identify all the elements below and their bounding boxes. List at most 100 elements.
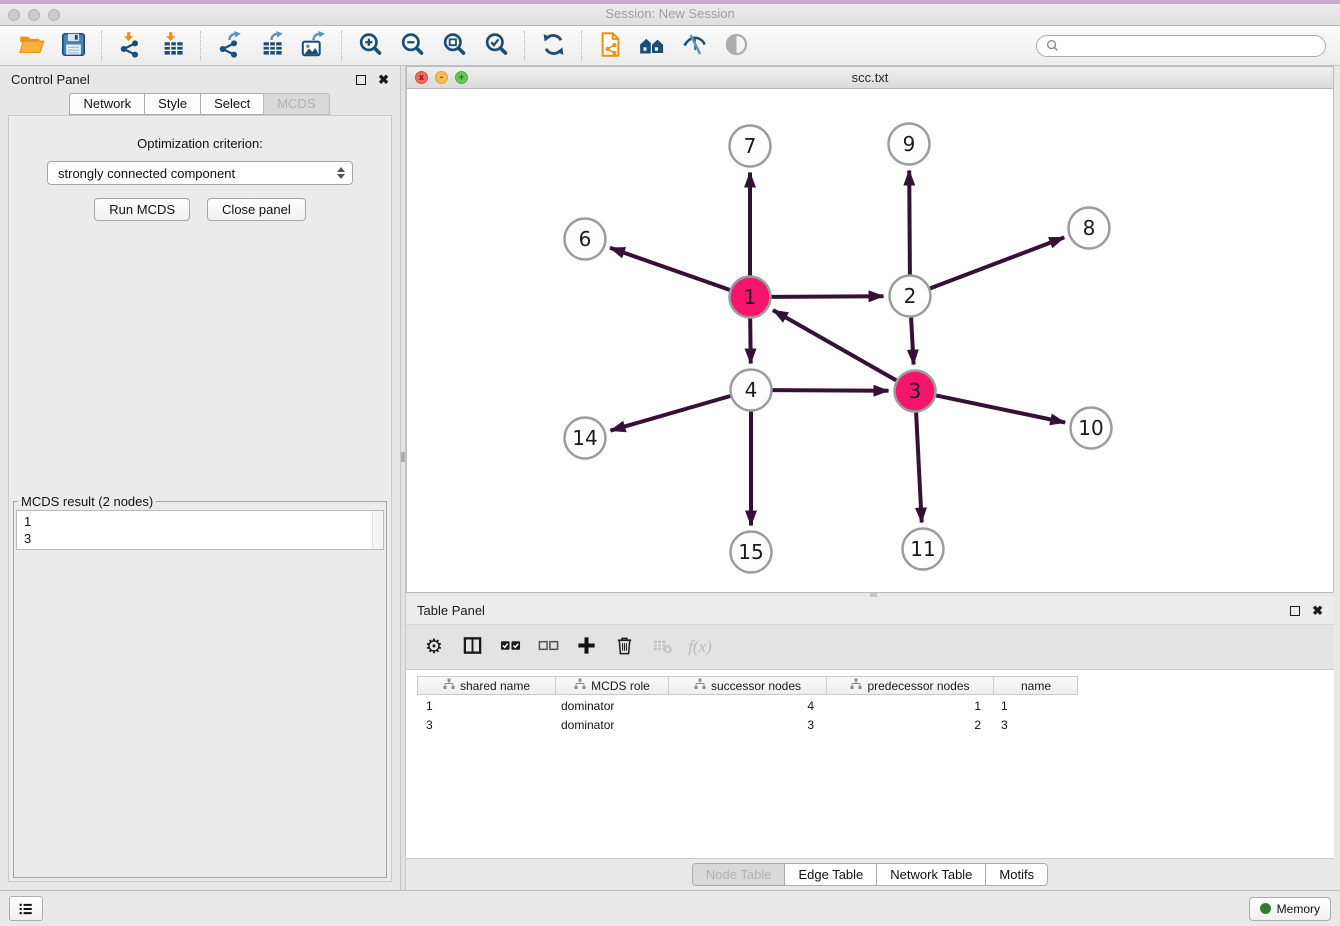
graph-edge-2-8[interactable] (930, 237, 1064, 288)
tab-mcds[interactable]: MCDS (263, 93, 329, 115)
result-scrollbar[interactable] (372, 511, 383, 549)
tab-network-table[interactable]: Network Table (876, 864, 985, 885)
graph-node-10[interactable]: 10 (1071, 408, 1112, 449)
network-minimize-button[interactable]: - (435, 71, 448, 84)
graph-node-3[interactable]: 3 (895, 371, 936, 412)
node-label: 7 (744, 134, 757, 158)
search-box[interactable] (1036, 35, 1326, 57)
graph-edge-1-2[interactable] (772, 296, 884, 297)
column-header-shared-name[interactable]: shared name (418, 677, 556, 694)
node-label: 8 (1083, 216, 1096, 240)
table-cell: 3 (993, 716, 1077, 733)
column-header-mcds-role[interactable]: MCDS role (556, 677, 669, 694)
delete-columns-icon (614, 635, 635, 659)
tab-style[interactable]: Style (144, 93, 201, 115)
run-mcds-button[interactable]: Run MCDS (94, 198, 190, 221)
optimization-criterion-select[interactable]: strongly connected component (47, 161, 353, 185)
export-table-icon (258, 31, 285, 61)
tab-network[interactable]: Network (69, 93, 145, 115)
mcds-result-text[interactable]: 13 (16, 510, 384, 550)
close-panel-icon[interactable]: ✖ (1312, 606, 1323, 616)
birdseye-view-button[interactable] (715, 29, 757, 63)
graph-edge-3-1[interactable] (773, 310, 896, 380)
search-input[interactable] (1064, 39, 1316, 53)
apply-layout-button[interactable] (532, 29, 574, 63)
graph-node-15[interactable]: 15 (731, 532, 772, 573)
splitter-grip[interactable] (870, 593, 877, 597)
close-panel-icon[interactable]: ✖ (378, 75, 389, 85)
hide-graphics-details-button[interactable] (673, 29, 715, 63)
delete-columns-button[interactable] (612, 635, 636, 659)
node-label: 15 (738, 540, 763, 564)
graph-edge-3-11[interactable] (916, 413, 922, 523)
tab-edge-table[interactable]: Edge Table (784, 864, 876, 885)
table-panel-header: Table Panel ✖ (406, 597, 1334, 624)
graph-edge-2-3[interactable] (911, 318, 914, 365)
close-panel-button[interactable]: Close panel (207, 198, 306, 221)
node-label: 11 (910, 537, 935, 561)
float-panel-icon[interactable] (1290, 606, 1300, 616)
zoom-out-button[interactable] (391, 29, 433, 63)
open-session-file-button[interactable] (589, 29, 631, 63)
table-panel-title: Table Panel (417, 603, 1290, 618)
vertical-splitter[interactable] (400, 66, 406, 890)
graph-node-1[interactable]: 1 (730, 277, 771, 318)
table-row[interactable]: 3dominator323 (417, 716, 1078, 733)
column-header-name[interactable]: name (994, 677, 1078, 694)
graph-edge-4-14[interactable] (611, 396, 731, 431)
show-columns-button[interactable] (460, 635, 484, 659)
export-table-button[interactable] (250, 29, 292, 63)
graph-node-7[interactable]: 7 (730, 126, 771, 167)
delete-table-icon (652, 635, 673, 659)
horizontal-splitter[interactable] (406, 593, 1334, 597)
zoom-selected-button[interactable] (475, 29, 517, 63)
graph-edge-3-10[interactable] (936, 395, 1065, 422)
graph-edge-4-3[interactable] (773, 390, 889, 391)
export-network-button[interactable] (208, 29, 250, 63)
network-zoom-button[interactable]: + (455, 71, 468, 84)
graph-edge-1-4[interactable] (750, 319, 751, 364)
select-all-checkboxes-button[interactable] (498, 635, 522, 659)
table-cell: 1 (417, 697, 555, 714)
network-close-button[interactable]: x (415, 71, 428, 84)
save-session-button[interactable] (52, 29, 94, 63)
show-columns-icon (462, 635, 483, 659)
graph-edge-1-6[interactable] (610, 248, 730, 290)
open-session-button[interactable] (10, 29, 52, 63)
export-image-button[interactable] (292, 29, 334, 63)
import-network-button[interactable] (109, 29, 151, 63)
graph-node-4[interactable]: 4 (731, 370, 772, 411)
deselect-all-checkboxes-button[interactable] (536, 635, 560, 659)
table-settings-button[interactable]: ⚙ (422, 635, 446, 659)
graph-node-11[interactable]: 11 (903, 529, 944, 570)
select-all-checkboxes-icon (500, 635, 521, 659)
add-column-button[interactable] (574, 635, 598, 659)
import-table-button[interactable] (151, 29, 193, 63)
network-overview-icon (639, 31, 666, 61)
network-canvas[interactable]: 7 9 6 8 1 2 4 3 14 10 15 11 (407, 89, 1333, 592)
network-overview-button[interactable] (631, 29, 673, 63)
tab-select[interactable]: Select (200, 93, 264, 115)
column-header-predecessor-nodes[interactable]: predecessor nodes (827, 677, 994, 694)
graph-edge-2-9[interactable] (909, 171, 910, 275)
task-history-button[interactable] (9, 896, 43, 921)
graph-node-14[interactable]: 14 (565, 418, 606, 459)
graph-node-6[interactable]: 6 (565, 219, 606, 260)
toolbar-separator (581, 31, 582, 61)
column-label: shared name (460, 679, 530, 693)
zoom-fit-button[interactable] (433, 29, 475, 63)
graph-svg[interactable]: 7 9 6 8 1 2 4 3 14 10 15 11 (407, 89, 1333, 592)
zoom-out-icon (399, 31, 426, 61)
graph-node-9[interactable]: 9 (889, 124, 930, 165)
memory-button[interactable]: Memory (1249, 897, 1331, 921)
zoom-in-button[interactable] (349, 29, 391, 63)
splitter-grip[interactable] (401, 452, 405, 462)
control-panel-header: Control Panel ✖ (0, 66, 400, 93)
graph-node-2[interactable]: 2 (890, 276, 931, 317)
column-header-successor-nodes[interactable]: successor nodes (669, 677, 827, 694)
table-row[interactable]: 1dominator411 (417, 697, 1078, 714)
tab-node-table[interactable]: Node Table (693, 864, 785, 885)
tab-motifs[interactable]: Motifs (985, 864, 1047, 885)
graph-node-8[interactable]: 8 (1069, 208, 1110, 249)
float-panel-icon[interactable] (356, 75, 366, 85)
